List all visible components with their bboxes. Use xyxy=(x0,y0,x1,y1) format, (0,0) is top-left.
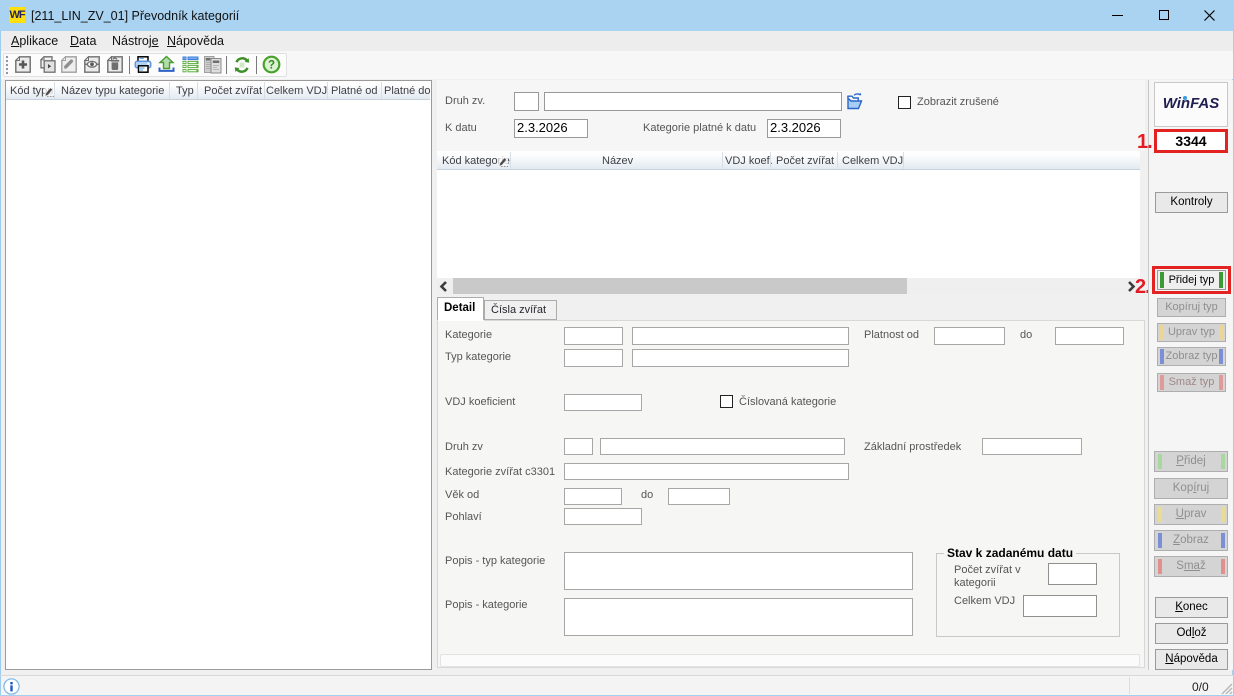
svg-text:?: ? xyxy=(268,60,275,72)
